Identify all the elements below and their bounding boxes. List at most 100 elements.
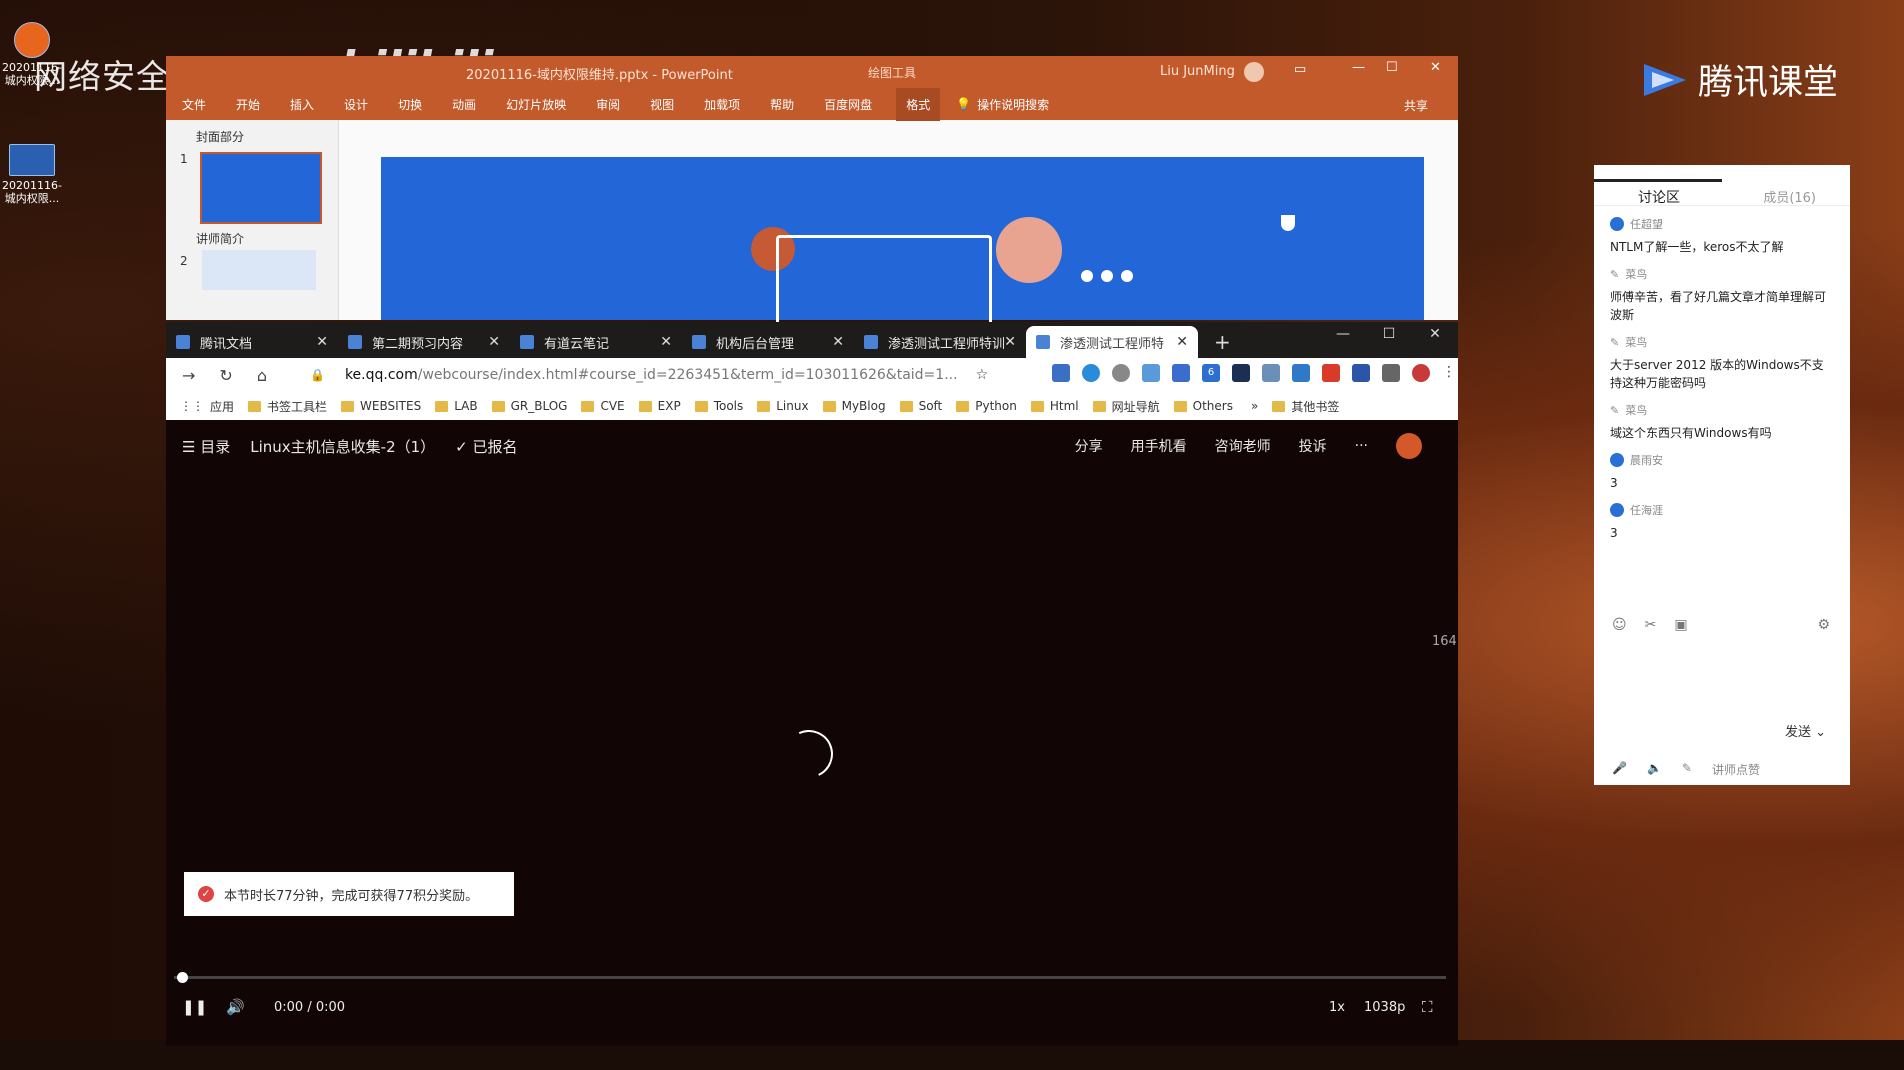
pin-icon[interactable]: ✎ (1682, 761, 1692, 778)
complain-button[interactable]: 投诉 (1299, 436, 1327, 456)
ribbon-tab-format[interactable]: 格式 (896, 87, 941, 121)
slide-thumbnail[interactable] (202, 250, 316, 290)
minimize-icon[interactable]: — (1352, 60, 1365, 75)
fullscreen-icon[interactable]: ⛶ (1422, 998, 1433, 1016)
mic-icon[interactable]: 🎤 (1612, 761, 1627, 778)
ribbon-tab[interactable]: 百度网盘 (824, 96, 872, 113)
ribbon-tab[interactable]: 加载项 (704, 96, 740, 113)
extension-badge-icon[interactable]: 6 (1202, 364, 1220, 382)
bookmark-item[interactable]: 应用 (210, 398, 234, 415)
ribbon-tab[interactable]: 审阅 (596, 96, 620, 113)
forward-icon[interactable]: → (182, 366, 195, 385)
extension-icon[interactable] (1052, 364, 1070, 382)
extension-icon[interactable] (1232, 364, 1250, 382)
more-button[interactable]: ··· (1355, 438, 1368, 454)
browser-tab[interactable]: 有道云笔记 ✕ (510, 326, 682, 358)
tab-close-icon[interactable]: ✕ (488, 334, 500, 350)
ribbon-tab[interactable]: 动画 (452, 96, 476, 113)
footer-label[interactable]: 讲师点赞 (1712, 761, 1760, 778)
emoji-icon[interactable]: ☺ (1612, 617, 1627, 633)
bookmark-folder[interactable]: MyBlog (822, 399, 886, 413)
bookmark-folder[interactable]: Soft (899, 399, 942, 413)
bookmark-star-icon[interactable]: ☆ (976, 367, 989, 383)
send-button[interactable]: 发送 ⌄ (1785, 721, 1826, 740)
bookmark-folder[interactable]: Tools (694, 399, 743, 413)
browser-tab[interactable]: 第二期预习内容 ✕ (338, 326, 510, 358)
extension-icon[interactable] (1262, 364, 1280, 382)
tab-close-icon[interactable]: ✕ (832, 334, 844, 350)
bookmark-folder[interactable]: 网址导航 (1092, 398, 1160, 415)
pause-icon[interactable]: ❚❚ (182, 998, 207, 1016)
speaker-icon[interactable]: 🔈 (1647, 761, 1662, 778)
settings-icon[interactable]: ⚙ (1817, 617, 1830, 633)
extension-icon[interactable] (1172, 364, 1190, 382)
volume-icon[interactable]: 🔊 (226, 998, 245, 1016)
ppt-search[interactable]: 操作说明搜索 (977, 96, 1049, 113)
user-avatar[interactable] (1244, 62, 1264, 82)
home-icon[interactable]: ⌂ (257, 366, 267, 385)
section-header[interactable]: 讲师简介 (196, 230, 244, 247)
ribbon-tab[interactable]: 切换 (398, 96, 422, 113)
lock-icon[interactable]: 🔒 (310, 368, 325, 382)
desktop-file-icon[interactable]: 20201116- 城内权限... (2, 144, 62, 205)
bookmark-folder[interactable]: Others (1173, 399, 1233, 413)
puzzle-icon[interactable] (1382, 364, 1400, 382)
menu-kebab-icon[interactable]: ⋮ (1442, 364, 1456, 382)
quality-button[interactable]: 1038p (1364, 1000, 1405, 1015)
bookmark-folder[interactable]: Html (1030, 399, 1079, 413)
minimize-icon[interactable]: — (1320, 322, 1366, 346)
bookmark-folder[interactable]: 其他书签 (1272, 398, 1339, 415)
close-icon[interactable]: ✕ (1430, 60, 1441, 75)
tab-close-icon[interactable]: ✕ (316, 334, 328, 350)
bookmark-folder[interactable]: Linux (757, 399, 809, 413)
ribbon-tab[interactable]: 幻灯片放映 (506, 96, 566, 113)
speed-button[interactable]: 1x (1329, 1000, 1345, 1015)
tab-close-icon[interactable]: ✕ (1004, 334, 1016, 350)
more-bookmarks-icon[interactable]: » (1251, 399, 1258, 413)
share-button[interactable]: 分享 (1075, 436, 1103, 456)
extension-icon[interactable] (1142, 364, 1160, 382)
slide-thumbnail[interactable] (200, 152, 322, 224)
maximize-icon[interactable]: ☐ (1386, 60, 1398, 75)
bookmark-folder[interactable]: WEBSITES (341, 399, 421, 413)
ribbon-tab[interactable]: 帮助 (770, 96, 794, 113)
bookmark-folder[interactable]: Python (956, 399, 1017, 413)
profile-avatar-icon[interactable] (1412, 364, 1430, 382)
browser-tab[interactable]: 渗透测试工程师特训 ✕ (854, 326, 1026, 358)
extension-icon[interactable] (1112, 364, 1130, 382)
ribbon-tab[interactable]: 视图 (650, 96, 674, 113)
extension-icon[interactable] (1352, 364, 1370, 382)
progress-knob[interactable] (177, 972, 188, 983)
close-icon[interactable]: ✕ (1412, 322, 1458, 346)
new-tab-button[interactable]: + (1214, 330, 1231, 354)
ribbon-tab[interactable]: 插入 (290, 96, 314, 113)
user-avatar[interactable] (1396, 433, 1422, 459)
bookmark-folder[interactable]: GR_BLOG (491, 399, 567, 413)
browser-tab-active[interactable]: 渗透测试工程师特 ✕ (1026, 326, 1198, 358)
consult-teacher-button[interactable]: 咨询老师 (1215, 436, 1271, 456)
slide-canvas[interactable] (381, 157, 1424, 323)
extension-icon[interactable] (1322, 364, 1340, 382)
browser-tab[interactable]: 机构后台管理 ✕ (682, 326, 854, 358)
share-button[interactable]: 共享 (1404, 97, 1428, 114)
bookmark-folder[interactable]: EXP (638, 399, 681, 413)
members-tab[interactable]: 成员(16) (1763, 187, 1816, 206)
progress-bar[interactable] (174, 972, 1446, 983)
tab-close-icon[interactable]: ✕ (1176, 334, 1188, 350)
scissors-icon[interactable]: ✂ (1645, 617, 1657, 633)
image-icon[interactable]: ▣ (1674, 617, 1687, 633)
browser-tab[interactable]: 腾讯文档 ✕ (166, 326, 338, 358)
discussion-tab[interactable]: 讨论区 (1638, 187, 1680, 207)
bookmark-folder[interactable]: CVE (581, 399, 625, 413)
bookmark-folder[interactable]: 书签工具栏 (248, 398, 327, 415)
extension-icon[interactable] (1292, 364, 1310, 382)
watch-on-phone-button[interactable]: 用手机看 (1131, 436, 1187, 456)
section-header[interactable]: 封面部分 (196, 128, 244, 145)
ribbon-tab[interactable]: 开始 (236, 96, 260, 113)
ribbon-tab[interactable]: 文件 (182, 96, 206, 113)
ppt-user[interactable]: Liu JunMing (1160, 64, 1235, 79)
tab-close-icon[interactable]: ✕ (660, 334, 672, 350)
ribbon-tab[interactable]: 设计 (344, 96, 368, 113)
reload-icon[interactable]: ↻ (219, 366, 232, 385)
restore-ribbon-icon[interactable]: ▭ (1294, 62, 1306, 77)
